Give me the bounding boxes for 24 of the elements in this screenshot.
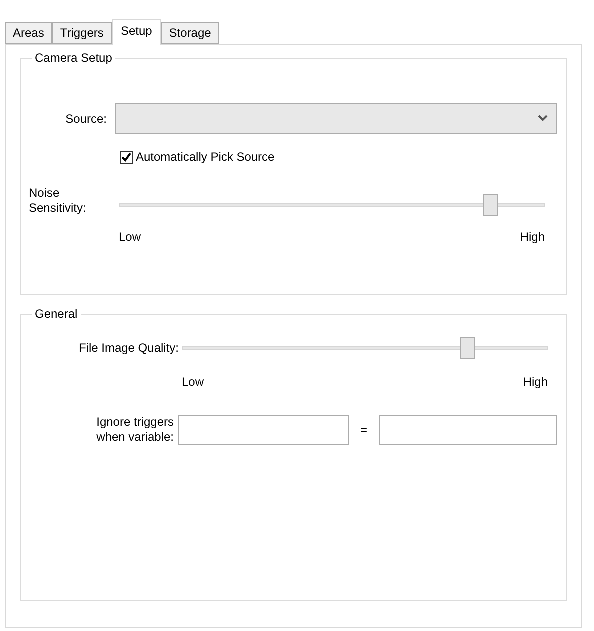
tab[interactable]: Storage [161,22,220,44]
tab[interactable]: Setup [112,19,162,45]
min-label: Low [182,374,204,391]
slider-label: File Image Quality: [78,340,180,357]
checkbox[interactable] [120,150,133,164]
slider-thumb[interactable] [460,337,476,359]
group-title: General [34,306,79,323]
slider-thumb[interactable] [482,194,498,216]
tab[interactable]: Triggers [52,22,112,44]
checkmark-icon [121,152,132,162]
slider-label: Noise Sensitivity: [29,186,88,216]
min-label: Low [119,229,142,246]
chevron-down-icon [538,115,548,122]
tab[interactable]: Areas [5,22,52,44]
field-label: Ignore triggers when variable: [96,415,175,445]
source-dropdown[interactable] [115,103,557,134]
group-title: Camera Setup [34,50,114,67]
checkbox-label: Automatically Pick Source [136,149,275,166]
max-label: High [523,374,548,391]
variable-value-field[interactable] [379,415,557,445]
variable-name-field[interactable] [178,415,349,445]
max-label: High [520,229,545,246]
field-label: Source: [64,110,108,128]
equals-sign: = [359,422,368,439]
